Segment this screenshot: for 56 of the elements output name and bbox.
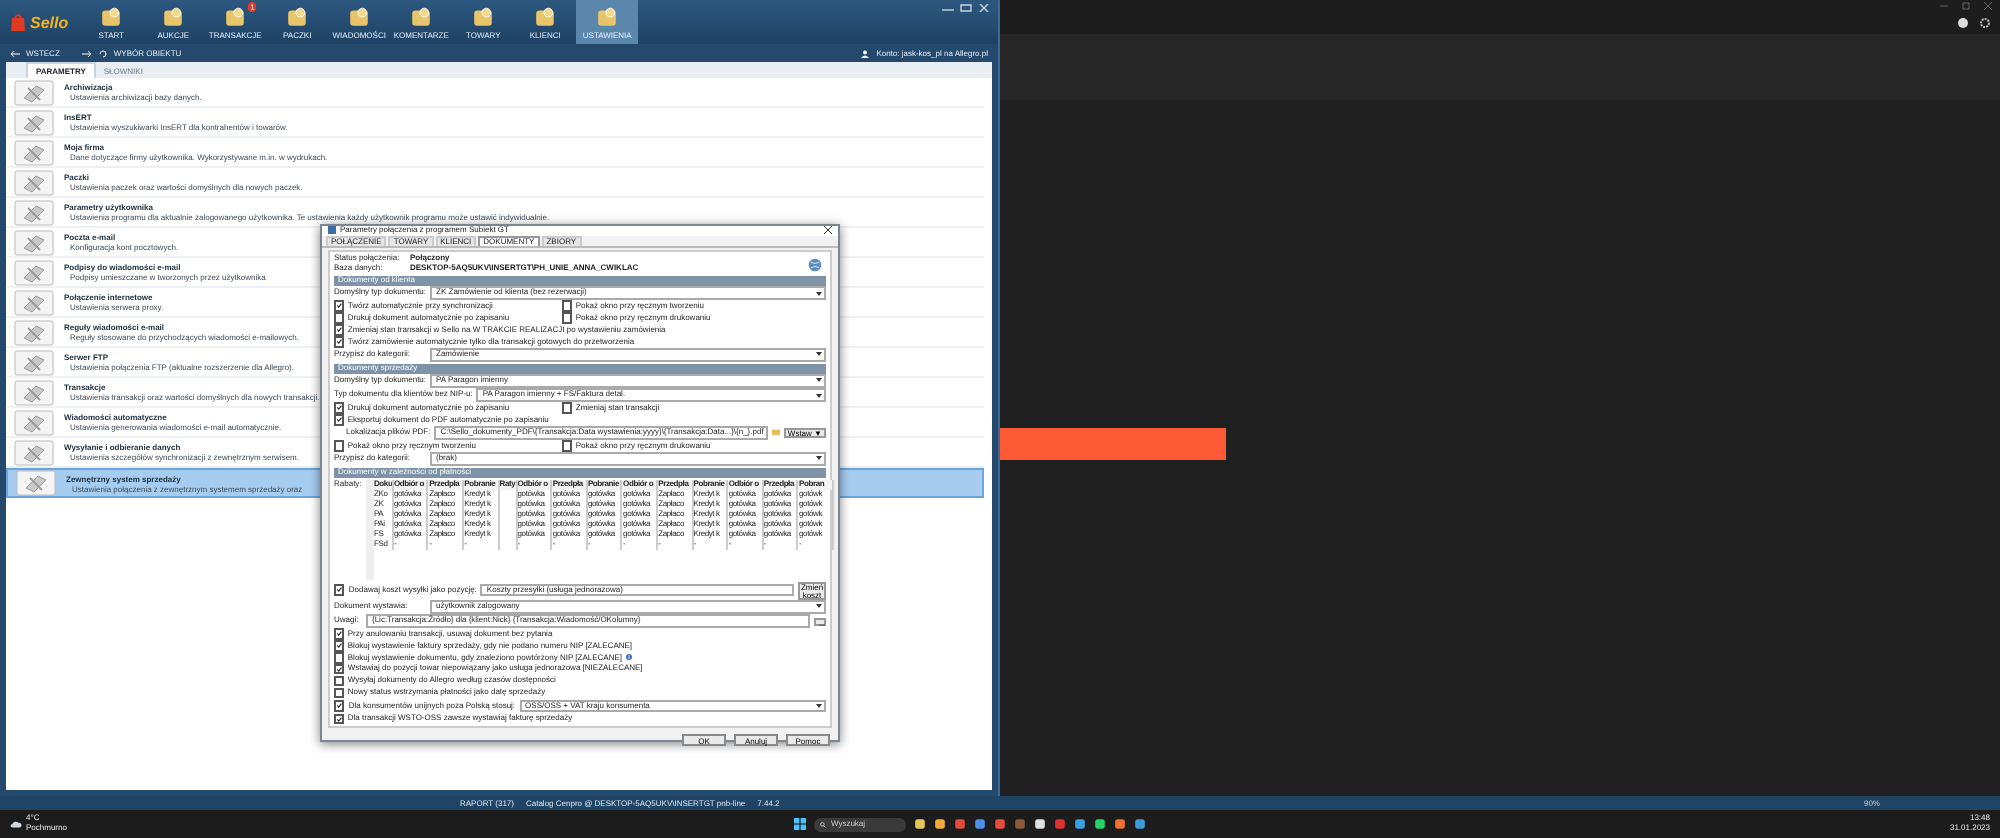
- caret-icon: [816, 456, 822, 461]
- settings-icon[interactable]: [1980, 18, 1990, 28]
- checkbox[interactable]: [562, 312, 573, 324]
- checkbox[interactable]: [334, 628, 345, 640]
- caret-icon: [816, 352, 822, 357]
- tools-icon: [16, 470, 56, 496]
- checkbox[interactable]: [334, 700, 345, 712]
- minimize-icon[interactable]: [942, 4, 954, 12]
- checkbox[interactable]: [334, 713, 345, 725]
- tile-icon: [286, 6, 309, 28]
- checkbox[interactable]: [334, 652, 345, 664]
- checkbox[interactable]: [334, 664, 345, 675]
- caret-icon: [816, 378, 822, 383]
- tile-icon: [162, 6, 185, 28]
- tile-icon: [348, 6, 371, 28]
- tile-icon: [472, 6, 495, 28]
- tile-icon: [100, 6, 123, 28]
- more-button[interactable]: [814, 617, 826, 626]
- bag-icon: [10, 12, 26, 32]
- app-logo: Sello: [30, 13, 69, 31]
- checkbox[interactable]: [334, 414, 345, 426]
- caret-icon: [816, 604, 822, 609]
- checkbox[interactable]: [334, 584, 345, 596]
- checkbox[interactable]: [334, 324, 345, 336]
- caret-icon: [816, 704, 822, 708]
- tile-icon: [224, 6, 247, 28]
- back-arrow-icon[interactable]: [10, 49, 20, 57]
- tools-icon: [14, 229, 54, 255]
- refresh-icon[interactable]: [97, 49, 108, 57]
- checkbox[interactable]: [334, 312, 345, 324]
- checkbox[interactable]: [562, 300, 573, 312]
- checkbox[interactable]: [334, 687, 345, 699]
- tools-icon: [14, 109, 54, 135]
- checkbox[interactable]: [562, 440, 573, 452]
- tools-icon: [14, 169, 54, 195]
- forward-arrow-icon[interactable]: [81, 49, 92, 57]
- caret-icon: [816, 393, 822, 398]
- checkbox[interactable]: [334, 402, 345, 414]
- user-icon: [860, 49, 871, 57]
- tile-icon: [596, 6, 619, 28]
- checkbox[interactable]: [334, 440, 345, 452]
- checkbox[interactable]: [334, 675, 345, 687]
- caret-icon: [816, 291, 822, 296]
- checkbox[interactable]: [562, 402, 573, 414]
- tools-icon: [14, 139, 54, 165]
- tile-icon: [534, 6, 557, 28]
- checkbox[interactable]: [334, 300, 345, 312]
- tile-icon: [410, 6, 433, 28]
- search-icon: [820, 821, 827, 827]
- start-icon[interactable]: [794, 818, 807, 830]
- tools-icon: [14, 199, 54, 225]
- checkbox[interactable]: [334, 640, 345, 652]
- checkbox[interactable]: [334, 336, 345, 348]
- app-icon: [328, 226, 336, 235]
- cloud-icon: [10, 818, 22, 830]
- close-icon[interactable]: [824, 226, 832, 235]
